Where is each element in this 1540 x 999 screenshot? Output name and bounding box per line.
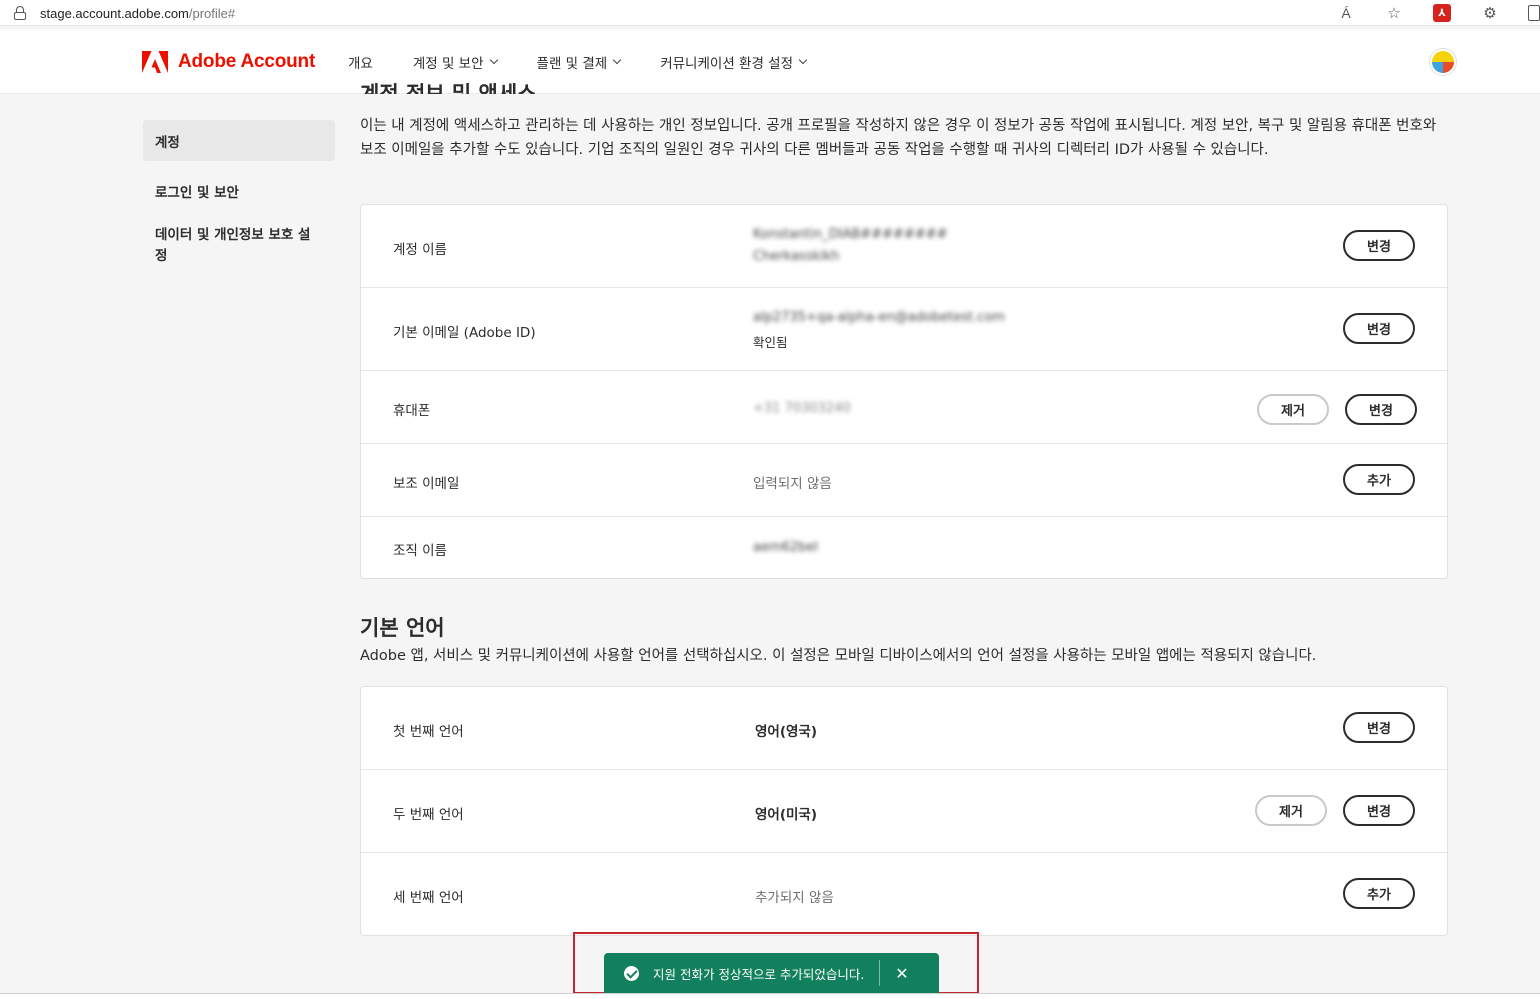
language-section-description: Adobe 앱, 서비스 및 커뮤니케이션에 사용할 언어를 선택하십시오. 이… [360,648,1317,664]
row-label: 계정 이름 [393,242,447,258]
account-section-description: 이는 내 계정에 액세스하고 관리하는 데 사용하는 개인 정보입니다. 공개 … [360,118,1437,158]
nav-communication-preferences[interactable]: 커뮤니케이션 환경 설정 [660,52,808,72]
logo-text: Adobe Account [178,51,316,72]
row-secondary-email: 보조 이메일 입력되지 않음 추가 [361,444,1447,517]
row-mobile-phone: 휴대폰 +31 70303240 제거 변경 [361,371,1447,444]
row-second-language: 두 번째 언어 영어(미국) 제거 변경 [361,770,1447,853]
account-name-value: Konstantin_DIAB######## [753,227,948,242]
account-info-card: 계정 이름 Konstantin_DIAB######## Cherkasski… [360,204,1448,579]
row-third-language: 세 번째 언어 추가되지 않음 추가 [361,853,1447,935]
change-email-button[interactable]: 변경 [1343,313,1415,344]
chevron-down-icon [489,55,498,65]
app-header: Adobe Account 개요 계정 및 보안 플랜 및 결제 커뮤니케이션 … [0,30,1540,94]
pdf-extension-icon[interactable]: ⅄ [1432,3,1452,23]
language-section-title: 기본 언어 [360,616,445,640]
change-first-language-button[interactable]: 변경 [1343,712,1415,743]
url-text[interactable]: stage.account.adobe.com/profile# [40,6,235,21]
sidebar-item-data-privacy[interactable]: 데이터 및 개인정보 보호 설정 [143,225,323,267]
page-bottom-edge [0,993,1540,999]
add-third-language-button[interactable]: 추가 [1343,878,1415,909]
row-label: 두 번째 언어 [393,807,464,823]
user-avatar[interactable] [1430,49,1456,75]
sidebar-item-login-security[interactable]: 로그인 및 보안 [143,170,335,211]
row-label: 휴대폰 [393,403,431,419]
row-label: 첫 번째 언어 [393,724,464,740]
nav-overview[interactable]: 개요 [348,52,373,72]
row-account-name: 계정 이름 Konstantin_DIAB######## Cherkasski… [361,205,1447,288]
nav-account-security[interactable]: 계정 및 보안 [413,52,498,72]
second-language-value: 영어(미국) [755,807,818,823]
address-bar[interactable]: stage.account.adobe.com/profile# [14,2,235,24]
remove-second-language-button[interactable]: 제거 [1255,795,1327,826]
close-icon[interactable]: ✕ [880,953,924,993]
main-nav: 개요 계정 및 보안 플랜 및 결제 커뮤니케이션 환경 설정 [348,52,808,72]
sidebar: 계정 로그인 및 보안 데이터 및 개인정보 보호 설정 [143,120,335,267]
extensions-icon[interactable]: ⚙ [1480,3,1500,23]
change-account-name-button[interactable]: 변경 [1343,230,1415,261]
first-language-value: 영어(영국) [755,724,818,740]
row-label: 기본 이메일 (Adobe ID) [393,325,536,341]
adobe-a-icon [142,51,168,73]
nav-plans-billing[interactable]: 플랜 및 결제 [537,52,622,72]
change-phone-button[interactable]: 변경 [1345,394,1417,425]
third-language-value: 추가되지 않음 [755,890,834,906]
row-primary-email: 기본 이메일 (Adobe ID) alp2735+qa-alpha-en@ad… [361,288,1447,371]
secondary-email-value: 입력되지 않음 [753,476,832,492]
toast-message: 지원 전화가 정상적으로 추가되었습니다. [653,966,865,982]
success-toast: 지원 전화가 정상적으로 추가되었습니다. ✕ [604,953,939,993]
account-section-title: 계정 정보 및 액세스 [360,82,537,94]
read-aloud-icon[interactable]: Á [1336,3,1356,23]
organization-value: aem62bel [753,540,819,555]
primary-email-value: alp2735+qa-alpha-en@adobetest.com [753,310,1005,325]
remove-phone-button[interactable]: 제거 [1257,394,1329,425]
adobe-logo[interactable]: Adobe Account [142,51,315,73]
add-secondary-email-button[interactable]: 추가 [1343,464,1415,495]
change-second-language-button[interactable]: 변경 [1343,795,1415,826]
row-label: 보조 이메일 [393,476,460,492]
chevron-down-icon [798,55,808,65]
verified-status: 확인됨 [753,335,788,350]
browser-sidebar-icon[interactable] [1528,5,1540,21]
checkmark-circle-icon [624,965,639,981]
row-organization-name: 조직 이름 aem62bel [361,517,1447,578]
row-label: 세 번째 언어 [393,890,464,906]
language-card: 첫 번째 언어 영어(영국) 변경 두 번째 언어 영어(미국) 제거 변경 세… [360,686,1448,936]
row-first-language: 첫 번째 언어 영어(영국) 변경 [361,687,1447,770]
browser-toolbar: stage.account.adobe.com/profile# Á ☆ ⅄ … [0,0,1540,26]
phone-value: +31 70303240 [753,401,851,416]
lock-icon [14,6,26,20]
favorite-star-icon[interactable]: ☆ [1384,3,1404,23]
row-label: 조직 이름 [393,543,447,559]
account-name-value-2: Cherkasskikh [753,249,840,264]
sidebar-item-account[interactable]: 계정 [143,120,335,161]
chevron-down-icon [612,55,622,65]
